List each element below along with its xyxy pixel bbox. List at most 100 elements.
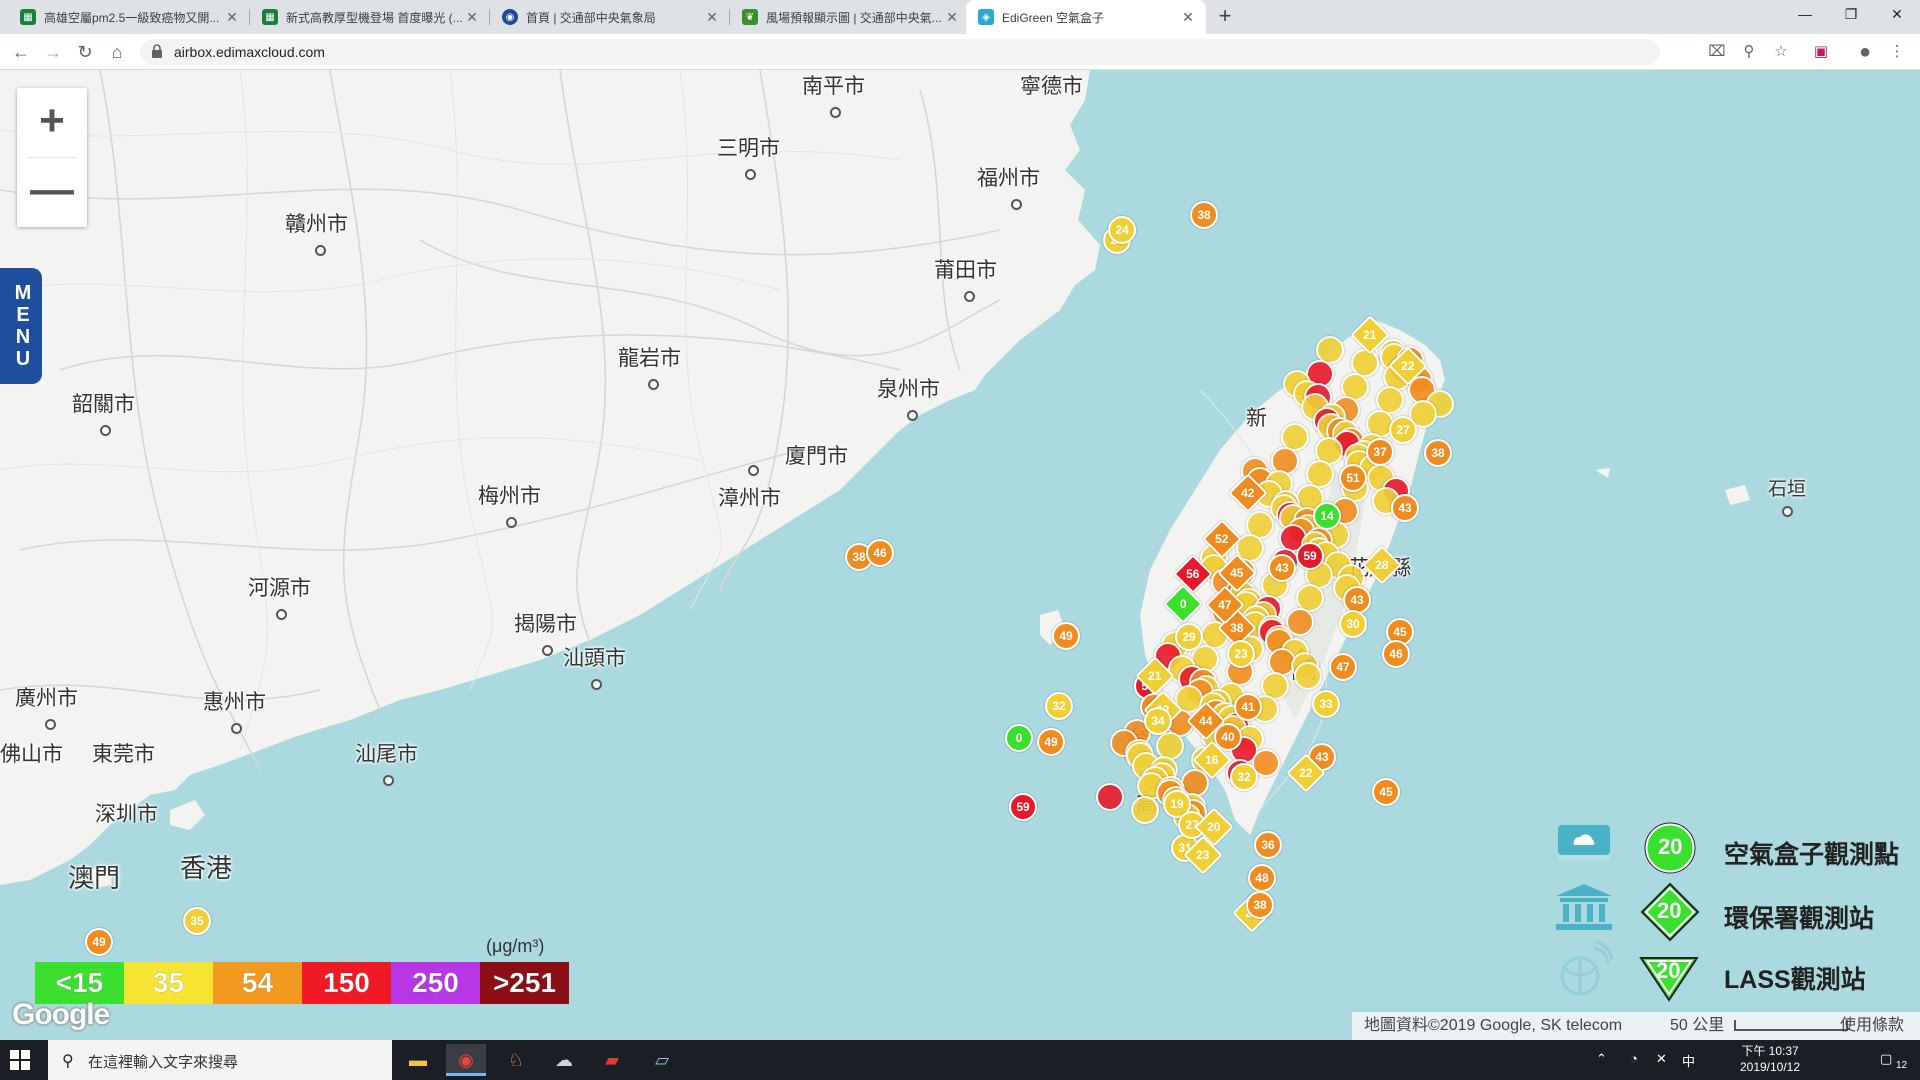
minimize-button[interactable]: — [1782, 0, 1828, 30]
airbox-marker[interactable]: 30 [1339, 610, 1367, 638]
tab-close-icon[interactable]: ✕ [464, 9, 480, 26]
scale-level: 54 [213, 962, 302, 1004]
translate-icon[interactable]: ⌧ [1704, 39, 1730, 65]
browser-tab[interactable]: ▦ 新式高教厚型機登場 首度曝光 (... ✕ [250, 0, 490, 34]
airbox-marker[interactable]: 46 [866, 539, 894, 567]
close-window-button[interactable]: ✕ [1874, 0, 1920, 30]
tab-title: 首頁 | 交通部中央氣象局 [526, 10, 656, 25]
menu-kebab-icon[interactable]: ⋮ [1884, 39, 1910, 65]
chrome-icon[interactable]: ◉ [446, 1044, 486, 1076]
airbox-marker[interactable]: 37 [1366, 438, 1394, 466]
place-label: 佛山市 [0, 743, 63, 766]
app-icon[interactable]: ▰ [592, 1044, 632, 1076]
profile-icon[interactable]: ● [1852, 39, 1878, 65]
home-icon[interactable]: ⌂ [104, 39, 130, 65]
tab-close-icon[interactable]: ✕ [224, 9, 240, 26]
airbox-marker[interactable]: 38 [1246, 891, 1274, 919]
browser-tab[interactable]: ❦ 風場預報顯示圖 | 交通部中央氣... ✕ [730, 0, 970, 34]
marker-value: 23 [1234, 647, 1248, 661]
airbox-marker[interactable]: 0 [1005, 724, 1033, 752]
airbox-marker[interactable]: 47 [1329, 653, 1357, 681]
bookmark-star-icon[interactable]: ☆ [1768, 39, 1794, 65]
notification-icon[interactable]: ▢ [1880, 1051, 1892, 1067]
place-label: 福州市 [977, 162, 1040, 216]
legend-marker-value: 20 [1657, 898, 1682, 923]
marker-value: 16 [1205, 752, 1219, 767]
cluster-marker[interactable] [1293, 661, 1322, 690]
airbox-marker[interactable]: 32 [1045, 692, 1073, 720]
airbox-marker[interactable]: 49 [85, 928, 113, 956]
airbox-marker[interactable]: 59 [1009, 793, 1037, 821]
marker-value: 59 [1016, 800, 1030, 814]
terms-link[interactable]: 使用條款 [1840, 1012, 1904, 1040]
network-icon[interactable]: ◔ [1630, 1051, 1638, 1066]
airbox-marker[interactable]: 14 [1313, 502, 1341, 530]
airbox-marker[interactable]: 35 [183, 907, 211, 935]
airbox-marker[interactable]: 45 [1372, 778, 1400, 806]
chevron-up-icon[interactable]: ⌃ [1596, 1051, 1607, 1067]
marker-value: 14 [1320, 509, 1334, 523]
airbox-marker[interactable]: 59 [1296, 542, 1324, 570]
forward-icon[interactable]: → [40, 39, 66, 65]
airbox-marker[interactable]: 38 [1190, 201, 1218, 229]
mainland-china-land [0, 70, 1100, 885]
copyright-text[interactable]: 地圖資料©2019 Google, SK telecom [1364, 1012, 1622, 1040]
airbox-marker[interactable]: 29 [1175, 623, 1203, 651]
file-explorer-icon[interactable]: ▬ [398, 1044, 438, 1076]
airbox-marker[interactable]: 48 [1248, 864, 1276, 892]
app-icon[interactable]: ▱ [642, 1044, 682, 1076]
zoom-in-button[interactable]: + [17, 88, 87, 157]
marker-value: 45 [1379, 785, 1393, 799]
browser-tab-active[interactable]: ◈ EdiGreen 空氣盒子 ✕ [966, 0, 1206, 34]
airbox-marker[interactable]: 36 [1254, 831, 1282, 859]
tab-close-icon[interactable]: ✕ [704, 9, 720, 26]
ime-indicator[interactable]: 中 [1682, 1051, 1695, 1070]
scale-level: >251 [480, 962, 569, 1004]
place-label: 汕頭市 [563, 642, 626, 696]
google-logo[interactable]: Google [12, 998, 110, 1032]
tab-close-icon[interactable]: ✕ [1180, 9, 1196, 26]
marker-value: 52 [1215, 531, 1229, 546]
taskbar-search-box[interactable]: ⚲ 在這裡輸入文字來搜尋 [48, 1040, 392, 1080]
airbox-marker[interactable]: 34 [1144, 707, 1172, 735]
restore-button[interactable]: ❐ [1828, 0, 1874, 30]
airbox-marker[interactable]: 32 [1230, 763, 1258, 791]
marker-value: 56 [1186, 566, 1200, 581]
airbox-marker[interactable]: 23 [1227, 640, 1255, 668]
airbox-marker[interactable]: 27 [1389, 416, 1417, 444]
cluster-marker[interactable] [1095, 782, 1124, 811]
marker-value: 37 [1373, 445, 1387, 459]
airbox-marker[interactable]: 43 [1268, 554, 1296, 582]
extension-icon[interactable]: ▣ [1808, 39, 1834, 65]
new-tab-button[interactable]: + [1212, 4, 1238, 30]
zoom-out-button[interactable]: — [17, 158, 87, 227]
airbox-marker[interactable]: 46 [1382, 640, 1410, 668]
marker-value: 49 [1059, 629, 1073, 643]
airbox-marker[interactable]: 43 [1391, 494, 1419, 522]
tab-close-icon[interactable]: ✕ [944, 9, 960, 26]
app-icon[interactable]: ♘ [496, 1044, 536, 1076]
place-label: 贛州市 [285, 208, 348, 262]
menu-button[interactable]: MENU [0, 268, 42, 384]
airbox-marker[interactable]: 38 [1424, 439, 1452, 467]
volume-muted-icon[interactable]: ✕ [1656, 1051, 1667, 1067]
airbox-marker[interactable]: 33 [1312, 690, 1340, 718]
airbox-marker[interactable]: 41 [1234, 693, 1262, 721]
browser-tab[interactable]: ◉ 首頁 | 交通部中央氣象局 ✕ [490, 0, 730, 34]
map-view[interactable]: 南平市 寧德市 三明市 福州市 贛州市 莆田市 龍岩市 泉州市 韶關市 廈門市 … [0, 70, 1920, 1040]
taskbar-clock[interactable]: 下午 10:37 2019/10/12 [1720, 1043, 1820, 1075]
airbox-marker[interactable]: 49 [1037, 728, 1065, 756]
marker-value: 59 [1303, 549, 1317, 563]
marker-value: 23 [1196, 847, 1210, 862]
reload-icon[interactable]: ↻ [72, 39, 98, 65]
airbox-marker[interactable]: 24 [1108, 216, 1136, 244]
airbox-marker[interactable]: 51 [1339, 464, 1367, 492]
app-icon[interactable]: ☁ [544, 1044, 584, 1076]
address-bar[interactable]: airbox.edimaxcloud.com [140, 39, 1660, 65]
windows-start-icon[interactable] [10, 1050, 30, 1070]
marker-value: 21 [1363, 327, 1377, 342]
back-icon[interactable]: ← [8, 39, 34, 65]
browser-tab[interactable]: ▦ 高雄空屬pm2.5一級致癌物又開... ✕ [8, 0, 250, 34]
airbox-marker[interactable]: 49 [1052, 622, 1080, 650]
zoom-icon[interactable]: ⚲ [1736, 39, 1762, 65]
